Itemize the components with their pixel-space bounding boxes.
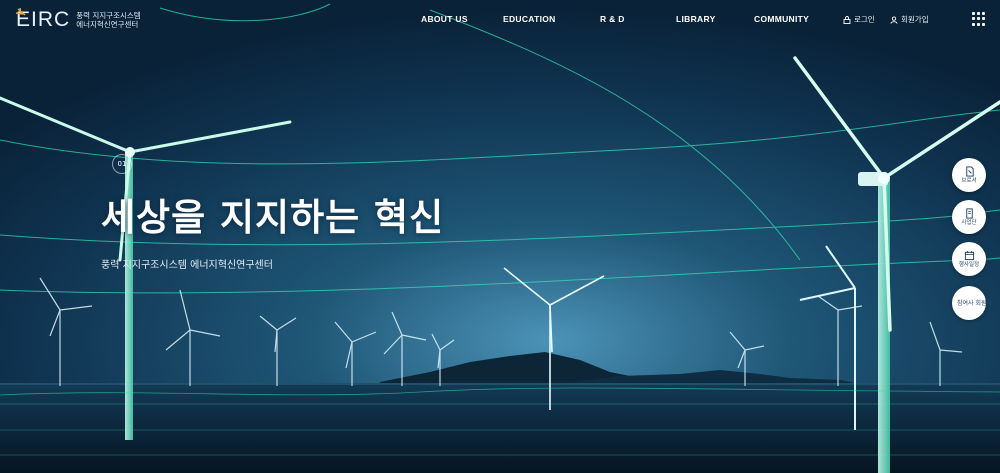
nav-about-us[interactable]: ABOUT US	[421, 14, 468, 24]
nav-r-and-d[interactable]: R & D	[600, 14, 625, 24]
logo-subtitle-line1: 풍력 지지구조시스템	[76, 11, 141, 20]
user-icon	[890, 15, 898, 24]
nav-education[interactable]: EDUCATION	[503, 14, 556, 24]
quick-project-label: 사업단	[961, 220, 977, 226]
nav-community[interactable]: COMMUNITY	[754, 14, 809, 24]
brochure-icon	[965, 166, 974, 177]
logo-spark-icon	[16, 8, 26, 16]
quick-brochure-button[interactable]: 브로셔	[952, 158, 986, 192]
calendar-icon	[964, 250, 974, 261]
document-icon	[965, 208, 973, 219]
quick-schedule-label: 행사일정	[958, 262, 980, 268]
logo-subtitle: 풍력 지지구조시스템 에너지혁신연구센터	[76, 11, 140, 29]
hero-title: 세상을 지지하는 혁신	[101, 196, 445, 239]
quick-schedule-button[interactable]: 행사일정	[952, 242, 986, 276]
quick-project-button[interactable]: 사업단	[952, 200, 986, 234]
site-logo[interactable]: EIRC 풍력 지지구조시스템 에너지혁신연구센터	[16, 8, 141, 32]
grid-menu-icon[interactable]	[972, 12, 986, 26]
login-link[interactable]: 로그인	[843, 14, 875, 25]
hero-section: EIRC 풍력 지지구조시스템 에너지혁신연구센터 ABOUT US EDUCA…	[0, 0, 1000, 473]
signup-link[interactable]: 회원가입	[890, 14, 929, 25]
slide-indicator[interactable]: 01	[112, 154, 132, 174]
nav-library[interactable]: LIBRARY	[676, 14, 716, 24]
quick-brochure-label: 브로셔	[961, 178, 977, 184]
hero-subtitle: 풍력 지지구조시스템 에너지혁신연구센터	[101, 260, 273, 271]
logo-subtitle-line2: 에너지혁신연구센터	[76, 20, 139, 29]
login-label: 로그인	[854, 15, 875, 24]
quick-members-button[interactable]: 참여사 회원사	[952, 286, 993, 320]
quick-members-label: 참여사 회원사	[957, 300, 993, 307]
lock-icon	[843, 15, 851, 24]
signup-label: 회원가입	[901, 15, 929, 24]
